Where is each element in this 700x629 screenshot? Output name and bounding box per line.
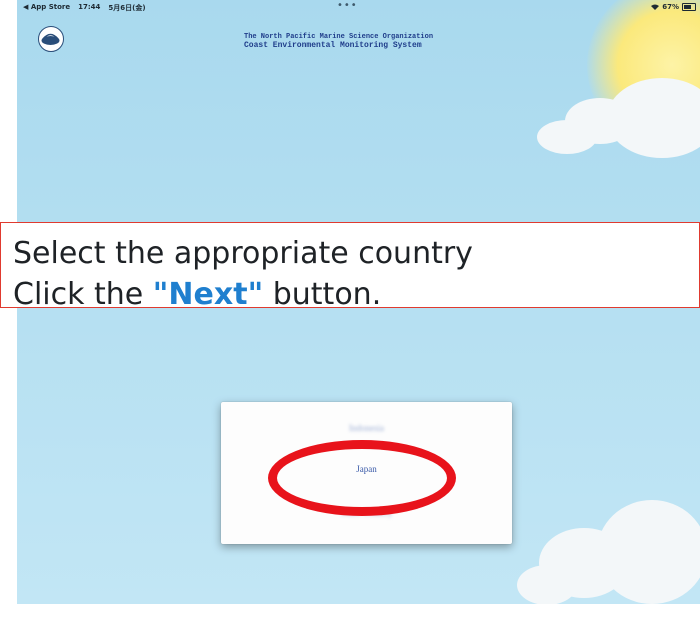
- instruction-callout: Select the appropriate country Click the…: [0, 222, 700, 308]
- status-bar: ◀ App Store 17:44 5月6日(金) ••• 67%: [17, 0, 700, 16]
- back-to-app-store-link[interactable]: ◀ App Store: [23, 3, 70, 13]
- cloud-decoration: [607, 78, 700, 158]
- system-title: Coast Environmental Monitoring System: [244, 41, 422, 50]
- country-option-indonesia[interactable]: Indonesia: [221, 423, 512, 433]
- battery-percent: 67%: [662, 3, 679, 11]
- pices-logo-icon: [38, 26, 64, 52]
- selection-highlight-ellipse: [268, 440, 456, 516]
- status-date: 5月6日(金): [108, 4, 146, 12]
- battery-icon: [682, 3, 696, 11]
- next-button-reference: "Next": [152, 277, 264, 308]
- instruction-line-2: Click the "Next" button.: [13, 274, 699, 308]
- page-margin: [0, 604, 700, 629]
- cloud-decoration: [537, 120, 597, 154]
- cloud-decoration: [597, 500, 700, 604]
- multitasking-dots[interactable]: •••: [337, 0, 358, 11]
- status-time: 17:44: [78, 3, 101, 11]
- organization-title: The North Pacific Marine Science Organiz…: [244, 33, 434, 41]
- instruction-suffix: button.: [263, 277, 382, 308]
- cloud-decoration: [517, 565, 577, 604]
- instruction-prefix: Click the: [13, 277, 153, 308]
- wifi-icon: [651, 4, 660, 10]
- instruction-line-1: Select the appropriate country: [13, 236, 473, 271]
